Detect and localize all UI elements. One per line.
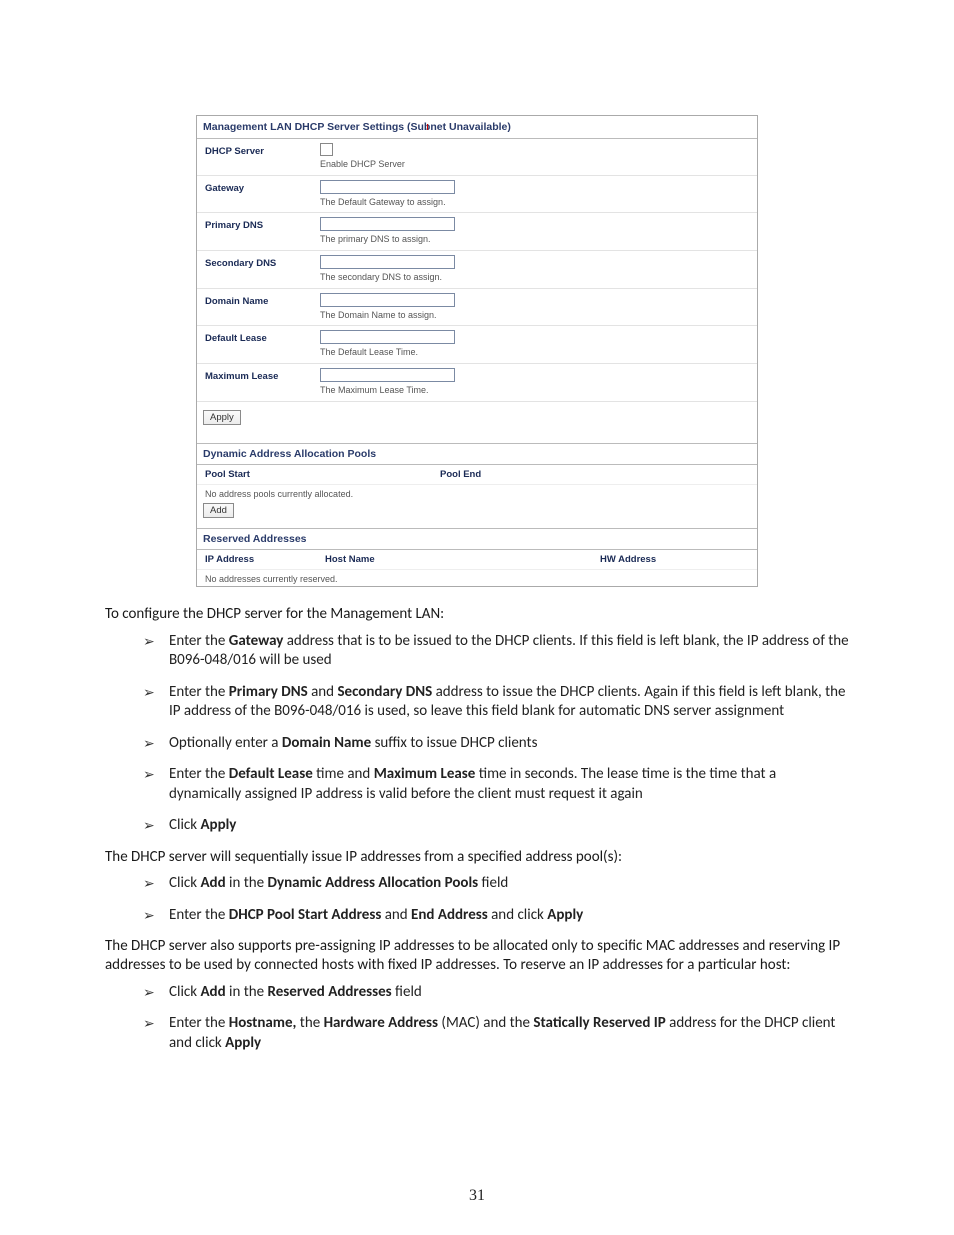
- label-dhcp-server: DHCP Server: [205, 143, 320, 157]
- row-dhcp-server: DHCP Server Enable DHCP Server: [197, 139, 757, 176]
- document-page: Management LAN DHCP Server Settings (Sub…: [0, 0, 954, 1235]
- list-configure-steps: Enter the Gateway address that is to be …: [105, 632, 849, 836]
- enable-dhcp-checkbox[interactable]: [320, 143, 333, 156]
- label-default-lease: Default Lease: [205, 330, 320, 344]
- desc-secondary-dns: The secondary DNS to assign.: [320, 272, 749, 284]
- default-lease-input[interactable]: [320, 330, 455, 344]
- col-hw-address: HW Address: [600, 554, 656, 565]
- pools-empty-text: No address pools currently allocated.: [197, 485, 757, 503]
- reserved-title: Reserved Addresses: [197, 529, 757, 550]
- paragraph-configure-intro: To configure the DHCP server for the Man…: [105, 605, 849, 624]
- row-gateway: Gateway The Default Gateway to assign.: [197, 176, 757, 214]
- col-pool-start: Pool Start: [205, 469, 440, 480]
- label-maximum-lease: Maximum Lease: [205, 368, 320, 382]
- list-item: Enter the Default Lease time and Maximum…: [143, 765, 849, 804]
- page-number: 31: [0, 1187, 954, 1205]
- pools-title: Dynamic Address Allocation Pools: [197, 444, 757, 465]
- label-primary-dns: Primary DNS: [205, 217, 320, 231]
- row-default-lease: Default Lease The Default Lease Time.: [197, 326, 757, 364]
- reserved-empty-text: No addresses currently reserved.: [197, 570, 757, 586]
- desc-dhcp-server: Enable DHCP Server: [320, 159, 749, 171]
- list-reserve-steps: Click Add in the Reserved Addresses fiel…: [105, 983, 849, 1054]
- list-item: Enter the Hostname, the Hardware Address…: [143, 1014, 849, 1053]
- col-host-name: Host Name: [325, 554, 600, 565]
- paragraph-pool-intro: The DHCP server will sequentially issue …: [105, 848, 849, 867]
- apply-button[interactable]: Apply: [203, 410, 241, 425]
- desc-domain-name: The Domain Name to assign.: [320, 310, 749, 322]
- row-secondary-dns: Secondary DNS The secondary DNS to assig…: [197, 251, 757, 289]
- list-item: Optionally enter a Domain Name suffix to…: [143, 734, 849, 754]
- pools-col-headers: Pool Start Pool End: [197, 465, 757, 485]
- dhcp-settings-screenshot: Management LAN DHCP Server Settings (Sub…: [196, 115, 758, 587]
- list-item: Click Apply: [143, 816, 849, 836]
- primary-dns-input[interactable]: [320, 217, 455, 231]
- domain-name-input[interactable]: [320, 293, 455, 307]
- paragraph-reserve-intro: The DHCP server also supports pre-assign…: [105, 937, 849, 975]
- desc-default-lease: The Default Lease Time.: [320, 347, 749, 359]
- row-domain-name: Domain Name The Domain Name to assign.: [197, 289, 757, 327]
- desc-primary-dns: The primary DNS to assign.: [320, 234, 749, 246]
- gateway-input[interactable]: [320, 180, 455, 194]
- label-gateway: Gateway: [205, 180, 320, 194]
- maximum-lease-input[interactable]: [320, 368, 455, 382]
- list-item: Enter the Gateway address that is to be …: [143, 632, 849, 671]
- list-pool-steps: Click Add in the Dynamic Address Allocat…: [105, 874, 849, 925]
- reserved-col-headers: IP Address Host Name HW Address: [197, 550, 757, 570]
- list-item: Click Add in the Dynamic Address Allocat…: [143, 874, 849, 894]
- cursor-caret-icon: [427, 124, 428, 130]
- pools-add-button[interactable]: Add: [203, 503, 234, 518]
- label-secondary-dns: Secondary DNS: [205, 255, 320, 269]
- list-item: Enter the DHCP Pool Start Address and En…: [143, 906, 849, 926]
- panel-title: Management LAN DHCP Server Settings (Sub…: [197, 116, 757, 139]
- col-pool-end: Pool End: [440, 469, 481, 480]
- row-primary-dns: Primary DNS The primary DNS to assign.: [197, 213, 757, 251]
- desc-maximum-lease: The Maximum Lease Time.: [320, 385, 749, 397]
- pools-add-row: Add: [197, 503, 757, 529]
- apply-row: Apply: [197, 402, 757, 444]
- label-domain-name: Domain Name: [205, 293, 320, 307]
- panel-title-text: Management LAN DHCP Server Settings (Sub…: [203, 121, 511, 133]
- list-item: Enter the Primary DNS and Secondary DNS …: [143, 683, 849, 722]
- desc-gateway: The Default Gateway to assign.: [320, 197, 749, 209]
- secondary-dns-input[interactable]: [320, 255, 455, 269]
- row-maximum-lease: Maximum Lease The Maximum Lease Time.: [197, 364, 757, 402]
- col-ip-address: IP Address: [205, 554, 325, 565]
- list-item: Click Add in the Reserved Addresses fiel…: [143, 983, 849, 1003]
